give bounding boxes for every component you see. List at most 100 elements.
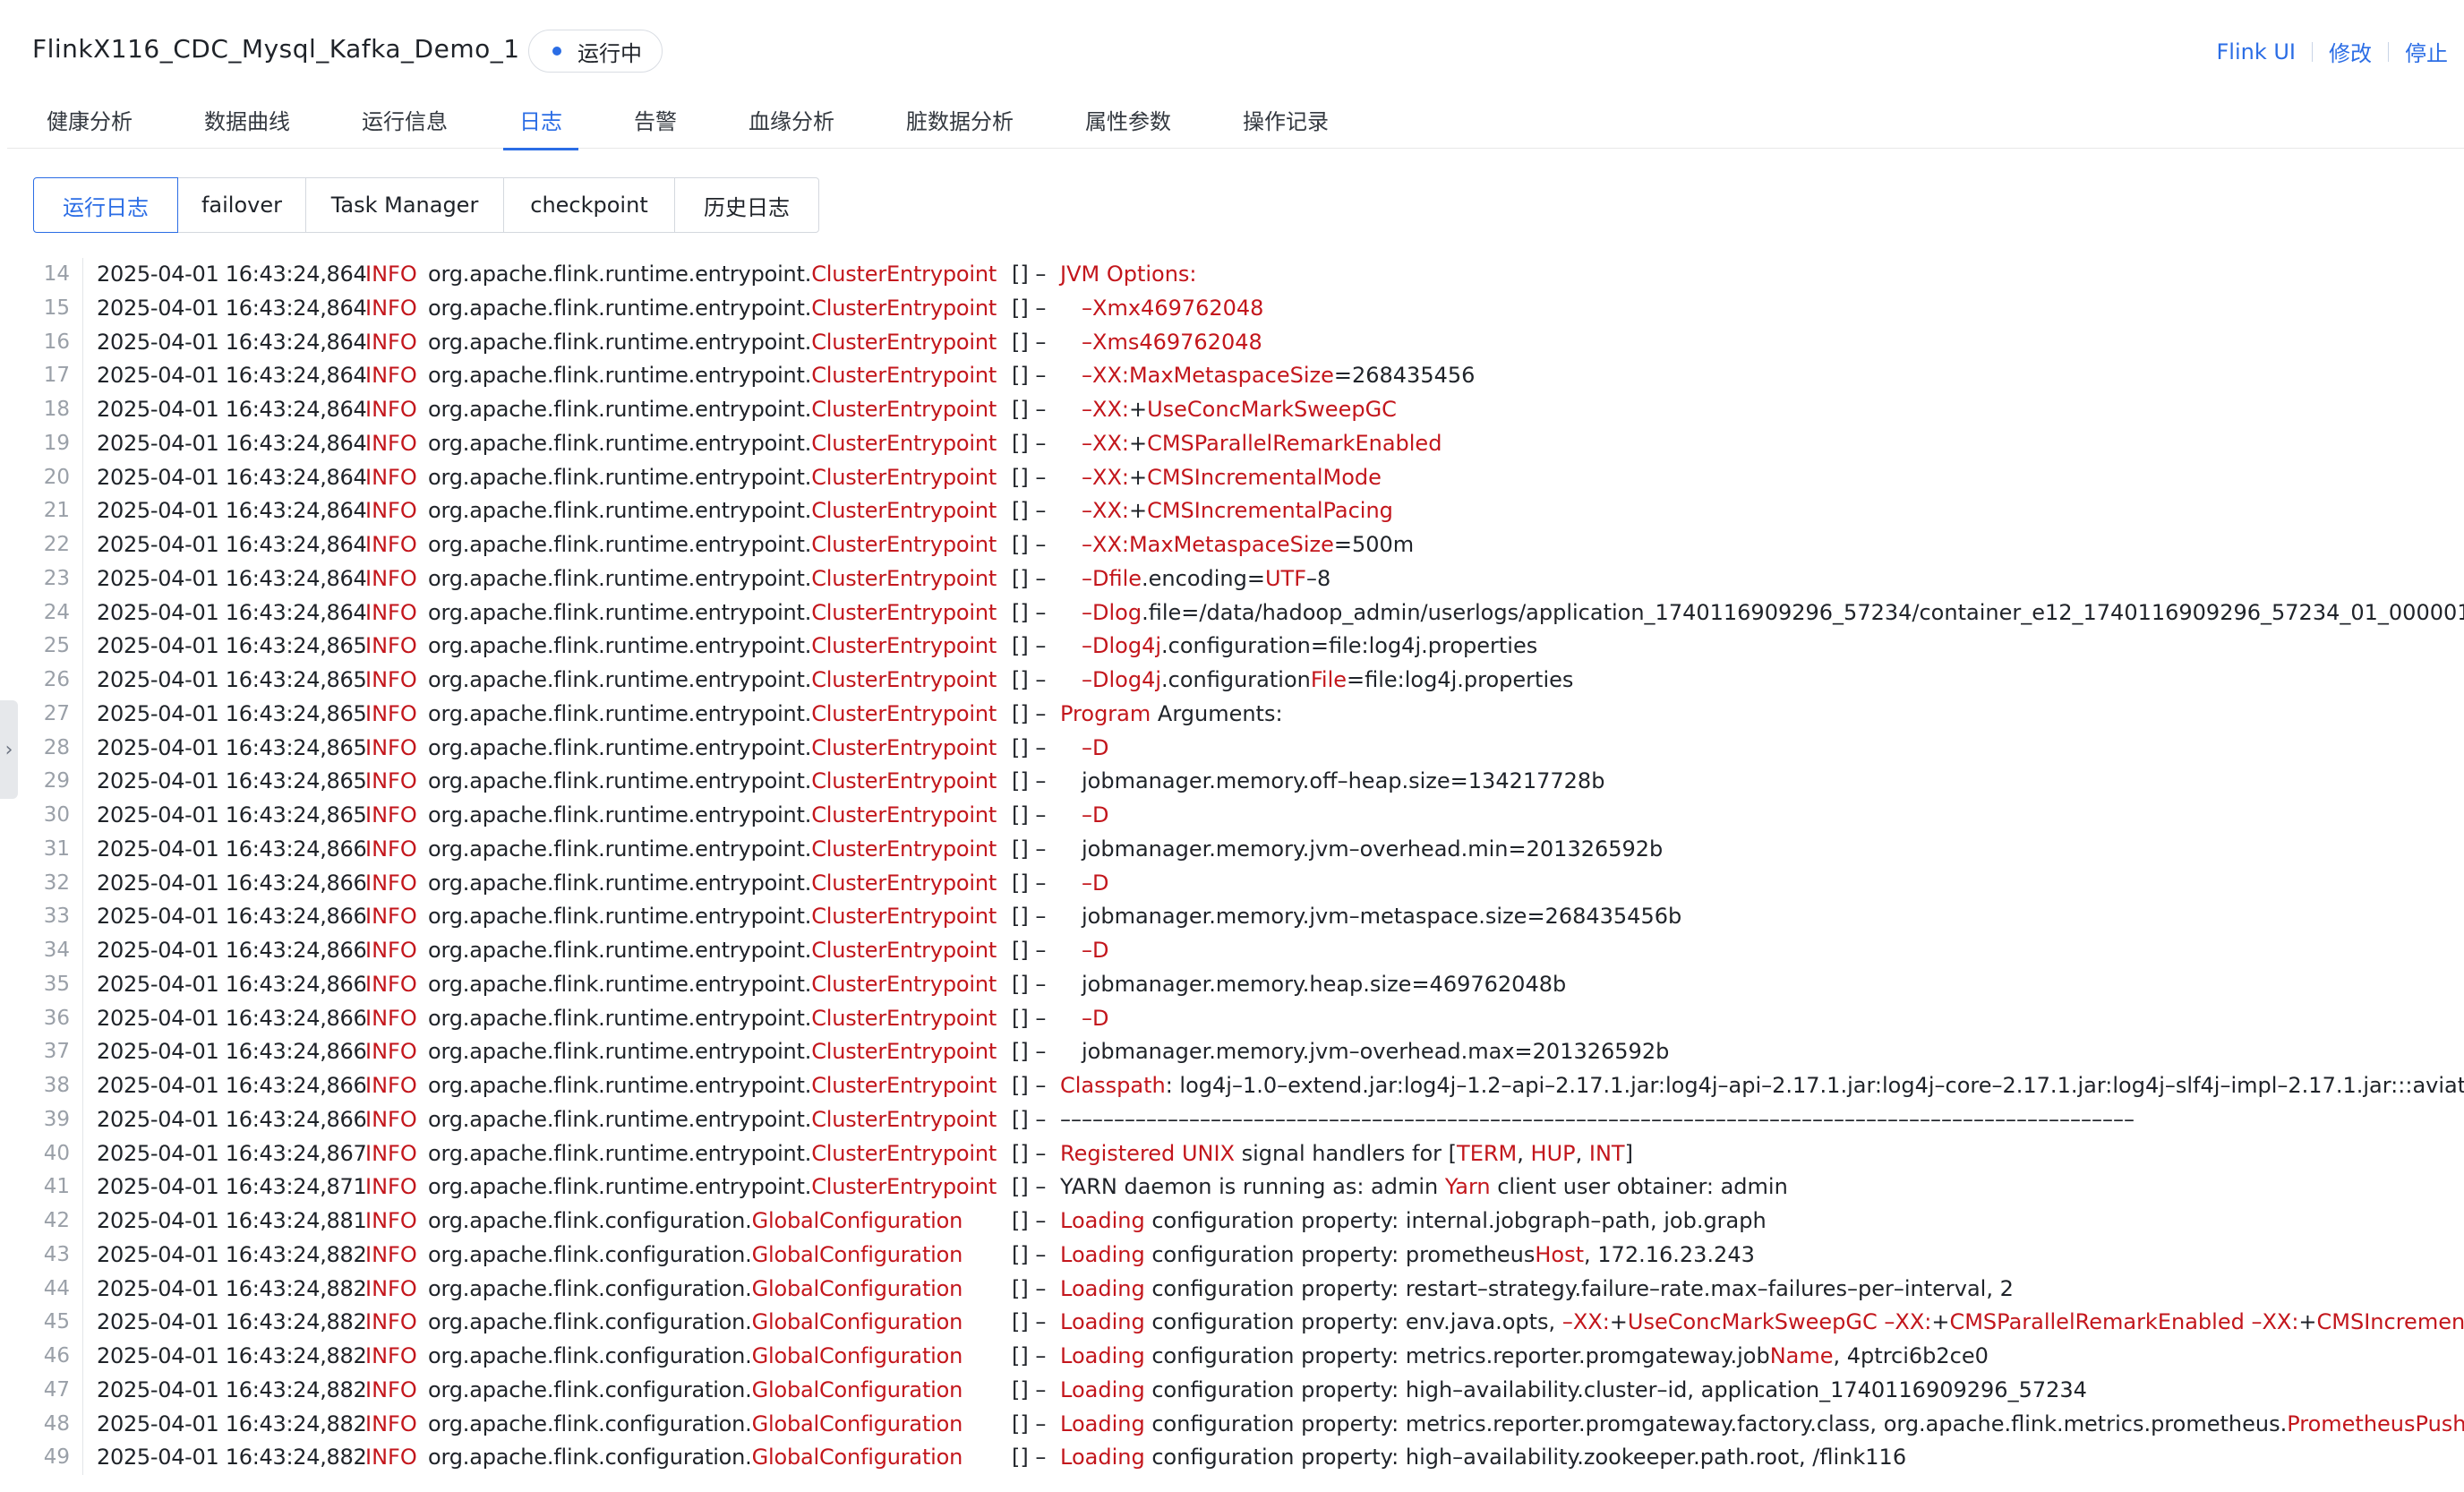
log-logger: org.apache.flink.runtime.entrypoint.Clus… (428, 1106, 997, 1132)
log-line: 43 2025-04-01 16:43:24,882 INFO org.apache.… (34, 1238, 2464, 1273)
log-message: Loading configuration property: env.java… (1060, 1306, 2464, 1340)
log-context: [] – (1012, 329, 1047, 355)
log-logger-class: ClusterEntrypoint (811, 836, 997, 862)
line-gutter (82, 596, 83, 630)
tab-alerts[interactable]: 告警 (634, 104, 677, 150)
log-level: INFO (365, 1039, 417, 1065)
log-message-keyword: –XX: (1082, 430, 1129, 456)
tab-logs[interactable]: 日志 (503, 104, 578, 150)
log-message: YARN daemon is running as: admin Yarn cl… (1060, 1174, 1788, 1200)
line-gutter (82, 359, 83, 393)
log-logger-class: ClusterEntrypoint (811, 1039, 997, 1065)
log-message-keyword: CMSParallelRemarkEnabled (1147, 430, 1442, 456)
tab-properties[interactable]: 属性参数 (1085, 104, 1171, 150)
log-timestamp: 2025-04-01 16:43:24,866 (97, 971, 367, 997)
log-level: INFO (365, 329, 417, 355)
log-logger-class: ClusterEntrypoint (811, 1174, 997, 1200)
log-message-keyword: UseConcMarkSweepGC (1147, 397, 1397, 422)
sidebar-toggle[interactable]: › (0, 700, 18, 799)
line-number: 35 (43, 972, 70, 996)
line-gutter (82, 1272, 83, 1307)
log-message-keyword: –XX:MaxMetaspaceSize (1082, 532, 1334, 557)
log-message: –Xms469762048 (1082, 326, 1262, 360)
subtab-failover[interactable]: failover (178, 177, 306, 233)
log-logger: org.apache.flink.runtime.entrypoint.Clus… (428, 1073, 997, 1098)
log-message-keyword: TERM (1457, 1140, 1518, 1166)
log-level: INFO (365, 1140, 417, 1166)
log-message: –Dlog.file=/data/hadoop_admin/userlogs/a… (1082, 599, 2464, 625)
log-timestamp: 2025-04-01 16:43:24,882 (97, 1376, 367, 1402)
chevron-right-icon: › (4, 738, 13, 761)
log-line: 14 2025-04-01 16:43:24,864 INFO org.apache.… (34, 258, 2464, 292)
log-logger-class: ClusterEntrypoint (811, 768, 997, 794)
log-level: INFO (365, 262, 417, 287)
line-gutter (82, 291, 83, 326)
log-line: 40 2025-04-01 16:43:24,867 INFO org.apache.… (34, 1136, 2464, 1171)
line-number: 31 (43, 836, 70, 861)
log-level: INFO (365, 430, 417, 456)
tab-runtime-info[interactable]: 运行信息 (362, 104, 448, 150)
log-message-keyword: –XX: (1082, 498, 1129, 524)
line-gutter (82, 393, 83, 427)
line-number: 23 (43, 566, 70, 590)
log-timestamp: 2025-04-01 16:43:24,865 (97, 768, 367, 794)
log-logger-class: ClusterEntrypoint (811, 498, 997, 524)
log-line: 41 2025-04-01 16:43:24,871 INFO org.apache.… (34, 1170, 2464, 1205)
log-timestamp: 2025-04-01 16:43:24,864 (97, 363, 367, 389)
tab-lineage[interactable]: 血缘分析 (749, 104, 834, 150)
log-timestamp: 2025-04-01 16:43:24,865 (97, 667, 367, 692)
log-context: [] – (1012, 1343, 1047, 1368)
flink-ui-link[interactable]: Flink UI (2216, 39, 2296, 64)
log-timestamp: 2025-04-01 16:43:24,866 (97, 870, 367, 896)
log-logger-class: ClusterEntrypoint (811, 1005, 997, 1031)
log-line: 46 2025-04-01 16:43:24,882 INFO org.apache.… (34, 1340, 2464, 1374)
log-line: 44 2025-04-01 16:43:24,882 INFO org.apache.… (34, 1272, 2464, 1307)
log-type-tabs: 运行日志 failover Task Manager checkpoint 历史… (33, 177, 819, 233)
log-viewer[interactable]: 14 2025-04-01 16:43:24,864 INFO org.apache.… (34, 258, 2464, 1492)
log-message: –XX:+CMSParallelRemarkEnabled (1082, 430, 1442, 456)
log-timestamp: 2025-04-01 16:43:24,881 (97, 1208, 367, 1233)
line-number: 21 (43, 499, 70, 523)
log-line: 38 2025-04-01 16:43:24,866 INFO org.apache.… (34, 1069, 2464, 1103)
log-logger-class: ClusterEntrypoint (811, 329, 997, 355)
log-message-keyword: –Dfile (1082, 565, 1142, 591)
log-level: INFO (365, 599, 417, 625)
tab-dirty-data[interactable]: 脏数据分析 (906, 104, 1014, 150)
line-number: 48 (43, 1411, 70, 1436)
line-gutter (82, 1340, 83, 1374)
log-level: INFO (365, 904, 417, 930)
status-badge: 运行中 (528, 30, 663, 73)
stop-button[interactable]: 停止 (2405, 36, 2448, 67)
log-timestamp: 2025-04-01 16:43:24,866 (97, 1039, 367, 1065)
log-timestamp: 2025-04-01 16:43:24,882 (97, 1445, 367, 1471)
log-timestamp: 2025-04-01 16:43:24,864 (97, 498, 367, 524)
subtab-task-manager[interactable]: Task Manager (306, 177, 504, 233)
edit-button[interactable]: 修改 (2329, 36, 2372, 67)
line-number: 33 (43, 905, 70, 929)
log-context: [] – (1012, 1376, 1047, 1402)
line-gutter (82, 1238, 83, 1273)
log-timestamp: 2025-04-01 16:43:24,882 (97, 1241, 367, 1267)
log-line: 36 2025-04-01 16:43:24,866 INFO org.apache.… (34, 1001, 2464, 1036)
log-level: INFO (365, 532, 417, 557)
log-level: INFO (365, 938, 417, 963)
line-number: 20 (43, 465, 70, 489)
subtab-run-log[interactable]: 运行日志 (33, 177, 178, 233)
line-gutter (82, 866, 83, 901)
subtab-checkpoint[interactable]: checkpoint (504, 177, 675, 233)
tab-health-analysis[interactable]: 健康分析 (47, 104, 133, 150)
status-dot-icon (552, 47, 561, 56)
tab-data-curve[interactable]: 数据曲线 (204, 104, 290, 150)
log-line: 30 2025-04-01 16:43:24,865 INFO org.apache.… (34, 799, 2464, 833)
tab-operation-records[interactable]: 操作记录 (1243, 104, 1329, 150)
log-logger-class: GlobalConfiguration (751, 1208, 963, 1233)
log-level: INFO (365, 802, 417, 827)
log-context: [] – (1012, 498, 1047, 524)
log-message-keyword: –XX: (2251, 1309, 2299, 1335)
log-level: INFO (365, 768, 417, 794)
subtab-history-log[interactable]: 历史日志 (675, 177, 819, 233)
log-context: [] – (1012, 262, 1047, 287)
line-number: 47 (43, 1377, 70, 1402)
log-timestamp: 2025-04-01 16:43:24,865 (97, 700, 367, 726)
log-level: INFO (365, 700, 417, 726)
